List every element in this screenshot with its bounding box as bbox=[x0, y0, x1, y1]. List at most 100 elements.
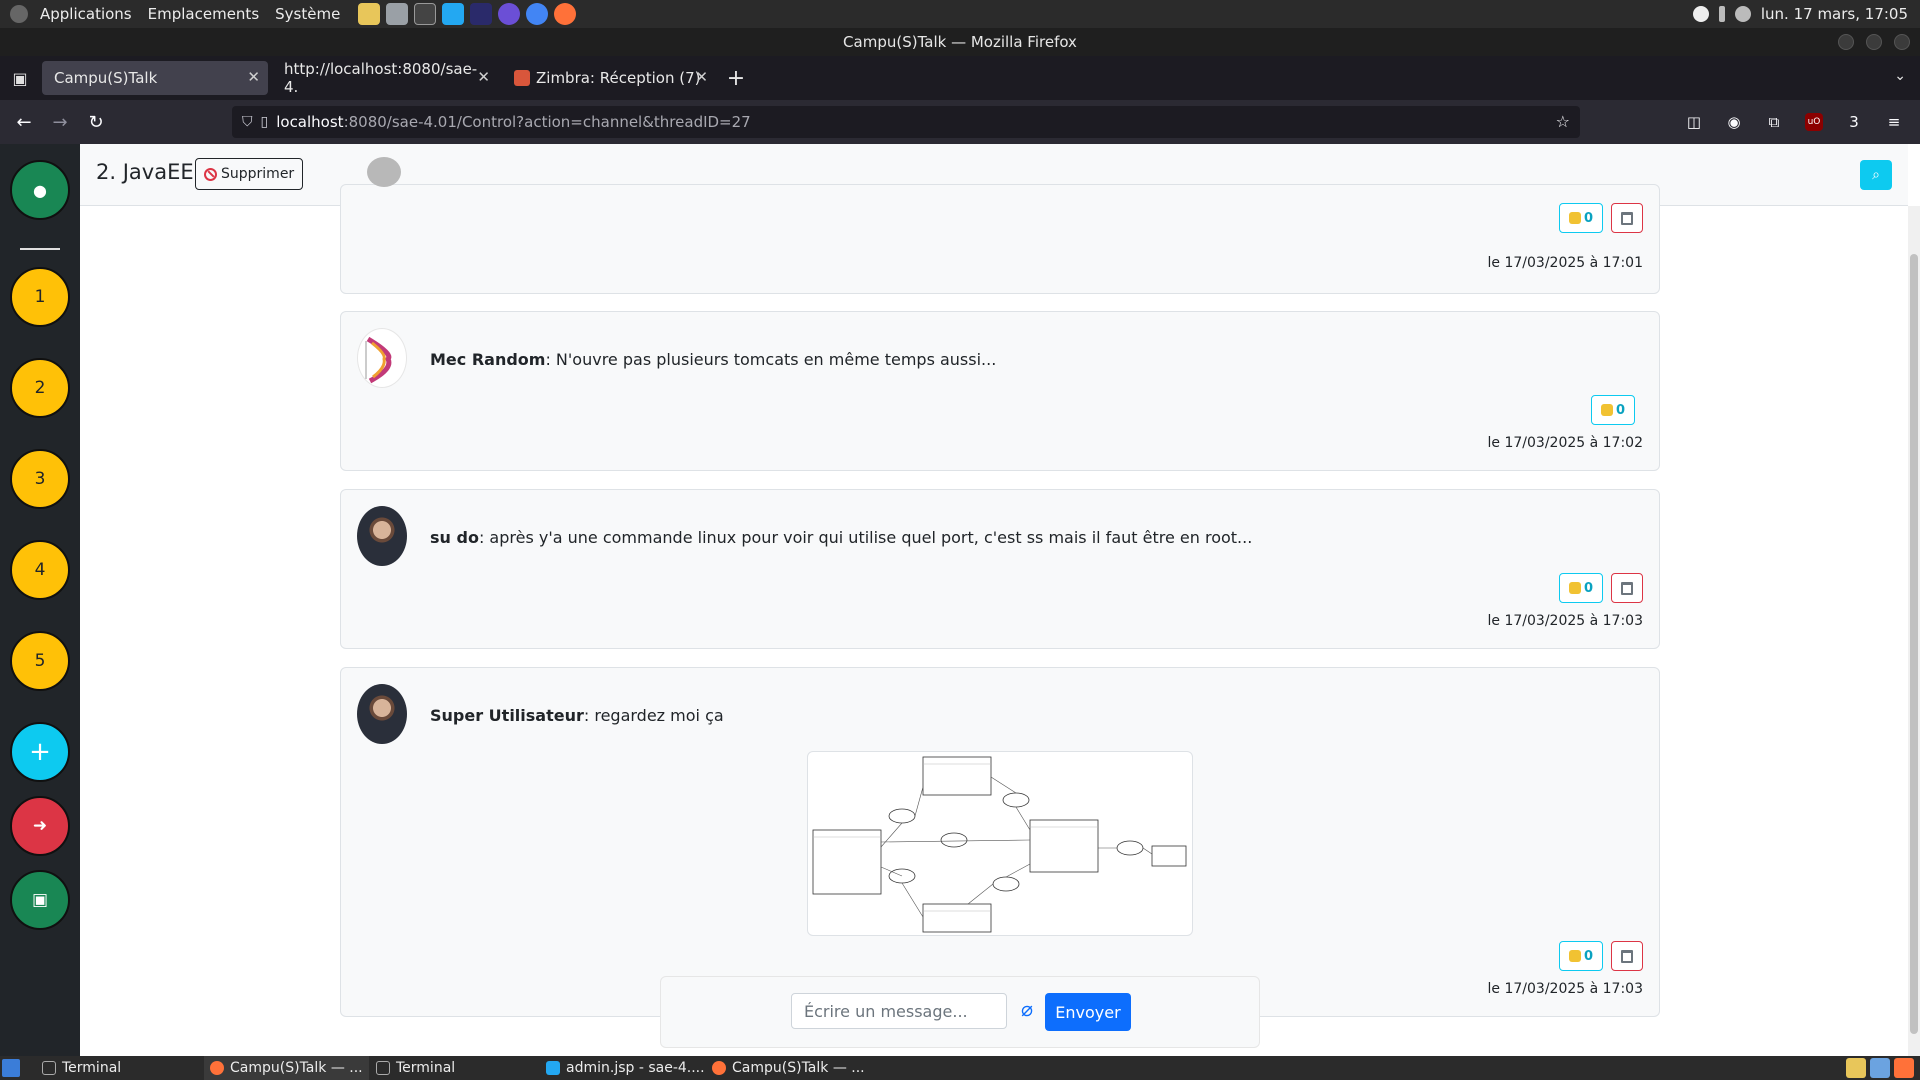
channel-1-button[interactable]: 1 bbox=[10, 267, 70, 327]
admin-toolbox-button[interactable]: ▣ bbox=[10, 870, 70, 930]
like-button[interactable]: 0 bbox=[1559, 941, 1603, 971]
channel-3-button[interactable]: 3 bbox=[10, 449, 70, 509]
back-arrow-icon[interactable]: ← bbox=[6, 104, 42, 140]
message-body: : N'ouvre pas plusieurs tomcats en même … bbox=[545, 350, 997, 369]
page-scrollbar[interactable] bbox=[1908, 206, 1920, 1056]
message-card: Mec Random: N'ouvre pas plusieurs tomcat… bbox=[340, 311, 1660, 471]
tab-localhost[interactable]: http://localhost:8080/sae-4. ✕ bbox=[272, 60, 498, 96]
uml-diagram-thumbnail bbox=[812, 756, 1187, 933]
like-button[interactable]: 0 bbox=[1559, 573, 1603, 603]
logout-button[interactable]: ➜ bbox=[10, 796, 70, 856]
navigation-bar: ← → ↻ ⛉ ▯ localhost :8080/sae-4.01/Contr… bbox=[0, 100, 1920, 144]
clock[interactable]: lun. 17 mars, 17:05 bbox=[1761, 5, 1908, 23]
firefox-launcher-icon[interactable] bbox=[554, 3, 577, 25]
paperclip-icon[interactable]: ⌀ bbox=[1015, 995, 1039, 1023]
avatar bbox=[367, 157, 401, 187]
message-text: Mec Random: N'ouvre pas plusieurs tomcat… bbox=[430, 350, 996, 369]
url-bar[interactable]: ⛉ ▯ localhost :8080/sae-4.01/Control?act… bbox=[232, 106, 1580, 138]
delete-channel-button[interactable]: Supprimer bbox=[195, 158, 304, 190]
vscode-launcher-icon[interactable] bbox=[442, 3, 465, 25]
tab-zimbra[interactable]: Zimbra: Réception (7) ✕ bbox=[502, 61, 716, 95]
taskbar-item[interactable]: admin.jsp - sae-4.... bbox=[540, 1056, 711, 1080]
files-launcher-icon[interactable] bbox=[386, 3, 409, 25]
eclipse-launcher-icon[interactable] bbox=[498, 3, 521, 25]
terminal-icon bbox=[42, 1061, 56, 1075]
brightness-icon[interactable] bbox=[1692, 6, 1709, 22]
message-date: le 17/03/2025 à 17:03 bbox=[1487, 613, 1643, 629]
menu-system[interactable]: Système bbox=[267, 0, 348, 28]
forward-arrow-icon[interactable]: → bbox=[42, 104, 78, 140]
distro-logo-icon[interactable] bbox=[10, 5, 28, 23]
close-tab-icon[interactable]: ✕ bbox=[695, 68, 708, 86]
channel-4-button[interactable]: 4 bbox=[10, 540, 70, 600]
extension-badge[interactable]: 3 bbox=[1836, 104, 1872, 140]
chromium-launcher-icon[interactable] bbox=[526, 3, 549, 25]
menu-dots-icon[interactable] bbox=[1718, 6, 1725, 22]
minimize-window-button[interactable] bbox=[1838, 34, 1854, 50]
maximize-window-button[interactable] bbox=[1866, 34, 1882, 50]
message-date: le 17/03/2025 à 17:03 bbox=[1487, 981, 1643, 997]
taskbar-item[interactable]: Terminal bbox=[36, 1056, 127, 1080]
terminal-icon bbox=[376, 1061, 390, 1075]
delete-message-button[interactable] bbox=[1611, 203, 1643, 233]
url-path: :8080/sae-4.01/Control?action=channel&th… bbox=[343, 113, 751, 131]
scrollbar-thumb[interactable] bbox=[1910, 254, 1918, 1034]
taskbar-item[interactable]: Campu(S)Talk — ... bbox=[204, 1056, 369, 1080]
plus-icon: + bbox=[29, 737, 51, 767]
message-author: Super Utilisateur bbox=[430, 706, 584, 725]
tab-label: Zimbra: Réception (7) bbox=[536, 69, 701, 87]
menu-places[interactable]: Emplacements bbox=[140, 0, 268, 28]
taskbar-item[interactable]: Campu(S)Talk — ... bbox=[706, 1056, 871, 1080]
message-input[interactable] bbox=[791, 993, 1007, 1029]
text-editor-launcher-icon[interactable] bbox=[358, 3, 381, 25]
bookmark-star-icon[interactable]: ☆ bbox=[1556, 112, 1570, 131]
extensions-puzzle-icon[interactable]: ⧉ bbox=[1756, 104, 1792, 140]
volume-icon[interactable] bbox=[1734, 6, 1751, 22]
close-tab-icon[interactable]: ✕ bbox=[477, 68, 490, 86]
app-menu-icon[interactable]: ≡ bbox=[1876, 104, 1912, 140]
tab-campustalk[interactable]: Campu(S)Talk ✕ bbox=[42, 61, 268, 95]
like-button[interactable]: 0 bbox=[1559, 203, 1603, 233]
window-title: Campu(S)Talk — Mozilla Firefox bbox=[843, 33, 1077, 51]
list-tabs-chevron-down-icon[interactable]: ⌄ bbox=[1894, 68, 1906, 84]
vscode-icon bbox=[546, 1061, 560, 1075]
terminal-launcher-icon[interactable] bbox=[414, 3, 437, 25]
profile-button[interactable]: ● bbox=[10, 160, 70, 220]
zimbra-favicon-icon bbox=[514, 70, 530, 86]
attached-diagram-image[interactable] bbox=[807, 751, 1193, 936]
delete-message-button[interactable] bbox=[1611, 941, 1643, 971]
pocket-icon[interactable]: ◫ bbox=[1676, 104, 1712, 140]
reload-icon[interactable]: ↻ bbox=[78, 104, 114, 140]
firefox-view-icon[interactable]: ▣ bbox=[0, 56, 40, 100]
close-tab-icon[interactable]: ✕ bbox=[247, 68, 260, 86]
like-button[interactable]: 0 bbox=[1591, 395, 1635, 425]
new-tab-button[interactable]: + bbox=[718, 61, 754, 95]
like-count: 0 bbox=[1583, 210, 1594, 226]
taskbar: Terminal Campu(S)Talk — ... Terminal adm… bbox=[0, 1056, 1920, 1080]
account-icon[interactable]: ◉ bbox=[1716, 104, 1752, 140]
firefox-tray-icon[interactable] bbox=[1894, 1058, 1914, 1078]
files-tray-icon[interactable] bbox=[1870, 1058, 1890, 1078]
menu-applications[interactable]: Applications bbox=[32, 0, 140, 28]
notes-tray-icon[interactable] bbox=[1846, 1058, 1866, 1078]
delete-message-button[interactable] bbox=[1611, 573, 1643, 603]
like-count: 0 bbox=[1583, 948, 1594, 964]
tab-label: Campu(S)Talk bbox=[54, 69, 158, 87]
intellij-launcher-icon[interactable] bbox=[470, 3, 493, 25]
message-composer: ⌀ Envoyer bbox=[660, 976, 1260, 1048]
logout-icon: ➜ bbox=[32, 816, 48, 836]
search-button[interactable]: ⌕ bbox=[1860, 160, 1892, 190]
close-window-button[interactable] bbox=[1894, 34, 1910, 50]
tracking-shield-icon[interactable]: ⛉ bbox=[242, 114, 253, 130]
show-desktop-icon[interactable] bbox=[2, 1059, 20, 1077]
ublock-icon[interactable]: uO bbox=[1796, 104, 1832, 140]
taskbar-item-label: admin.jsp - sae-4.... bbox=[566, 1060, 705, 1076]
channel-2-button[interactable]: 2 bbox=[10, 358, 70, 418]
sidebar-divider bbox=[20, 248, 60, 250]
add-channel-button[interactable]: + bbox=[10, 722, 70, 782]
channel-5-button[interactable]: 5 bbox=[10, 631, 70, 691]
taskbar-item[interactable]: Terminal bbox=[370, 1056, 461, 1080]
sidebar: ● 1 2 3 4 5 + ➜ ▣ bbox=[0, 144, 80, 1056]
page-info-icon[interactable]: ▯ bbox=[261, 114, 269, 130]
send-button[interactable]: Envoyer bbox=[1045, 993, 1131, 1031]
